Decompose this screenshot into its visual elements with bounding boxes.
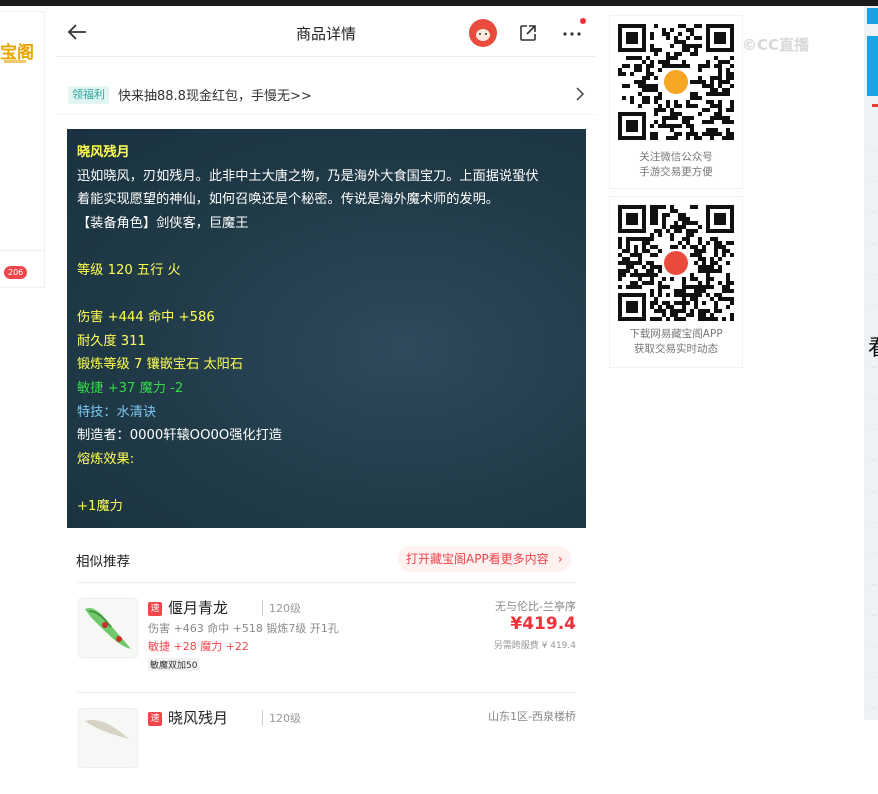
- qr-caption-line2: 获取交易实时动态: [634, 343, 718, 355]
- item-desc-line: [77, 235, 576, 259]
- main-panel: 商品详情 领福利 快来抽88.8现金红包，手慢无>> 晓风残月 迅如晓风，刃如残…: [56, 10, 596, 768]
- avatar-face: [476, 29, 490, 41]
- item-desc-line: [77, 283, 576, 307]
- share-icon: [520, 25, 536, 41]
- right-red-mark: [872, 104, 878, 107]
- item-desc-line: 熔炼效果:: [77, 451, 135, 467]
- promo-banner[interactable]: 领福利 快来抽88.8现金红包，手慢无>>: [56, 76, 596, 115]
- watermark-logo: ©CC直播: [742, 36, 810, 54]
- left-count-badge: 206: [4, 266, 28, 279]
- item-desc-line: [77, 471, 576, 495]
- header: 商品详情: [56, 10, 596, 57]
- item-description-panel: 晓风残月迅如晓风，刃如残月。此非中土大唐之物，乃是海外大食国宝刀。上面据说蛩伏着…: [67, 129, 586, 528]
- more-dots-icon: [563, 32, 581, 36]
- qr-code-icon: [618, 205, 734, 321]
- item-thumbnail: [78, 598, 138, 658]
- left-divider: [0, 250, 44, 251]
- divider: [76, 692, 576, 693]
- left-partial-panel: 宝阁 206: [0, 12, 44, 287]
- qr-caption-line1: 下载网易藏宝阁APP: [629, 328, 723, 340]
- right-edge-char: 看: [868, 330, 878, 362]
- more-button[interactable]: [560, 22, 584, 44]
- qr-caption-line1: 关注微信公众号: [639, 151, 713, 163]
- item-stats-extra: 敏捷 +28 魔力 +22: [148, 640, 249, 653]
- item-desc-line: 伤害 +444 命中 +586: [77, 310, 215, 326]
- notification-dot: [580, 18, 586, 24]
- similar-header: 相似推荐 打开藏宝阁APP看更多内容 ›: [56, 540, 596, 580]
- item-desc-line: 制造者：0000轩辕OO0O强化打造: [77, 428, 282, 444]
- list-item[interactable]: 速 晓风残月 120级 山东1区-西泉楼桥: [76, 704, 576, 794]
- promo-tag: 领福利: [68, 86, 109, 104]
- item-server: 无与伦比-兰亭序: [495, 600, 576, 613]
- page-title: 商品详情: [295, 25, 356, 43]
- right-partial-lines: [870, 120, 876, 720]
- qr-caption-line2: 手游交易更方便: [639, 166, 713, 178]
- item-desc-line: 【装备角色】剑侠客，巨魔王: [77, 215, 249, 231]
- avatar-eye-left: [479, 33, 481, 35]
- item-desc-line: 锻炼等级 7 镶嵌宝石 太阳石: [77, 357, 244, 373]
- item-desc-line: 着能实现愿望的神仙，如何召唤还是个秘密。传说是海外魔术师的发明。: [77, 192, 499, 208]
- top-bar: [0, 0, 878, 6]
- avatar[interactable]: [469, 19, 497, 47]
- qr-caption: 下载网易藏宝阁APP 获取交易实时动态: [610, 327, 742, 357]
- item-name-line: 晓风残月: [77, 145, 130, 160]
- chevron-right-icon: ›: [557, 552, 563, 566]
- item-name: 偃月青龙: [168, 599, 229, 617]
- item-desc-line: 特技：水清诀: [77, 404, 157, 420]
- qr-code-icon: [618, 24, 734, 140]
- share-button[interactable]: [518, 23, 538, 43]
- item-label: 敏魔双加50: [148, 658, 200, 671]
- chevron-right-icon: [576, 87, 585, 101]
- speed-tag: 速: [148, 712, 162, 726]
- item-desc-line: 迅如晓风，刃如残月。此非中土大唐之物，乃是海外大食国宝刀。上面据说蛩伏: [77, 168, 539, 184]
- item-price-note: 另需跨服费 ¥ 419.4: [493, 641, 576, 651]
- similar-title: 相似推荐: [76, 554, 130, 570]
- item-server: 山东1区-西泉楼桥: [488, 710, 576, 723]
- promo-text: 快来抽88.8现金红包，手慢无>>: [118, 89, 312, 104]
- avatar-eye-right: [485, 33, 487, 35]
- item-desc-line: 敏捷 +37 魔力 -2: [77, 380, 184, 396]
- blade-icon: [85, 719, 129, 739]
- speed-tag: 速: [148, 602, 162, 616]
- item-desc-line: +1魔力: [77, 498, 123, 514]
- blade-icon: [85, 607, 131, 649]
- item-price: ¥419.4: [510, 614, 576, 634]
- app-qr-card: 下载网易藏宝阁APP 获取交易实时动态: [610, 197, 742, 367]
- list-item[interactable]: 速 偃月青龙 120级 伤害 +463 命中 +518 锻炼7级 开1孔 敏捷 …: [76, 594, 576, 684]
- item-desc-line: 等级 120 五行 火: [77, 262, 181, 278]
- item-level: 120级: [262, 600, 301, 616]
- divider: [76, 582, 576, 583]
- left-logo-sub: [4, 60, 26, 63]
- item-name: 晓风残月: [168, 709, 229, 727]
- item-level: 120级: [262, 710, 301, 726]
- open-app-button[interactable]: 打开藏宝阁APP看更多内容 ›: [398, 546, 571, 572]
- item-desc-line: 耐久度 311: [77, 333, 146, 349]
- qr-caption: 关注微信公众号 手游交易更方便: [610, 150, 742, 180]
- open-app-label: 打开藏宝阁APP看更多内容: [406, 552, 549, 566]
- right-blue-block: [867, 36, 878, 96]
- item-stats: 伤害 +463 命中 +518 锻炼7级 开1孔: [148, 622, 339, 635]
- item-thumbnail: [78, 708, 138, 768]
- wechat-qr-card: 关注微信公众号 手游交易更方便: [610, 16, 742, 188]
- right-blue-block: [867, 8, 878, 24]
